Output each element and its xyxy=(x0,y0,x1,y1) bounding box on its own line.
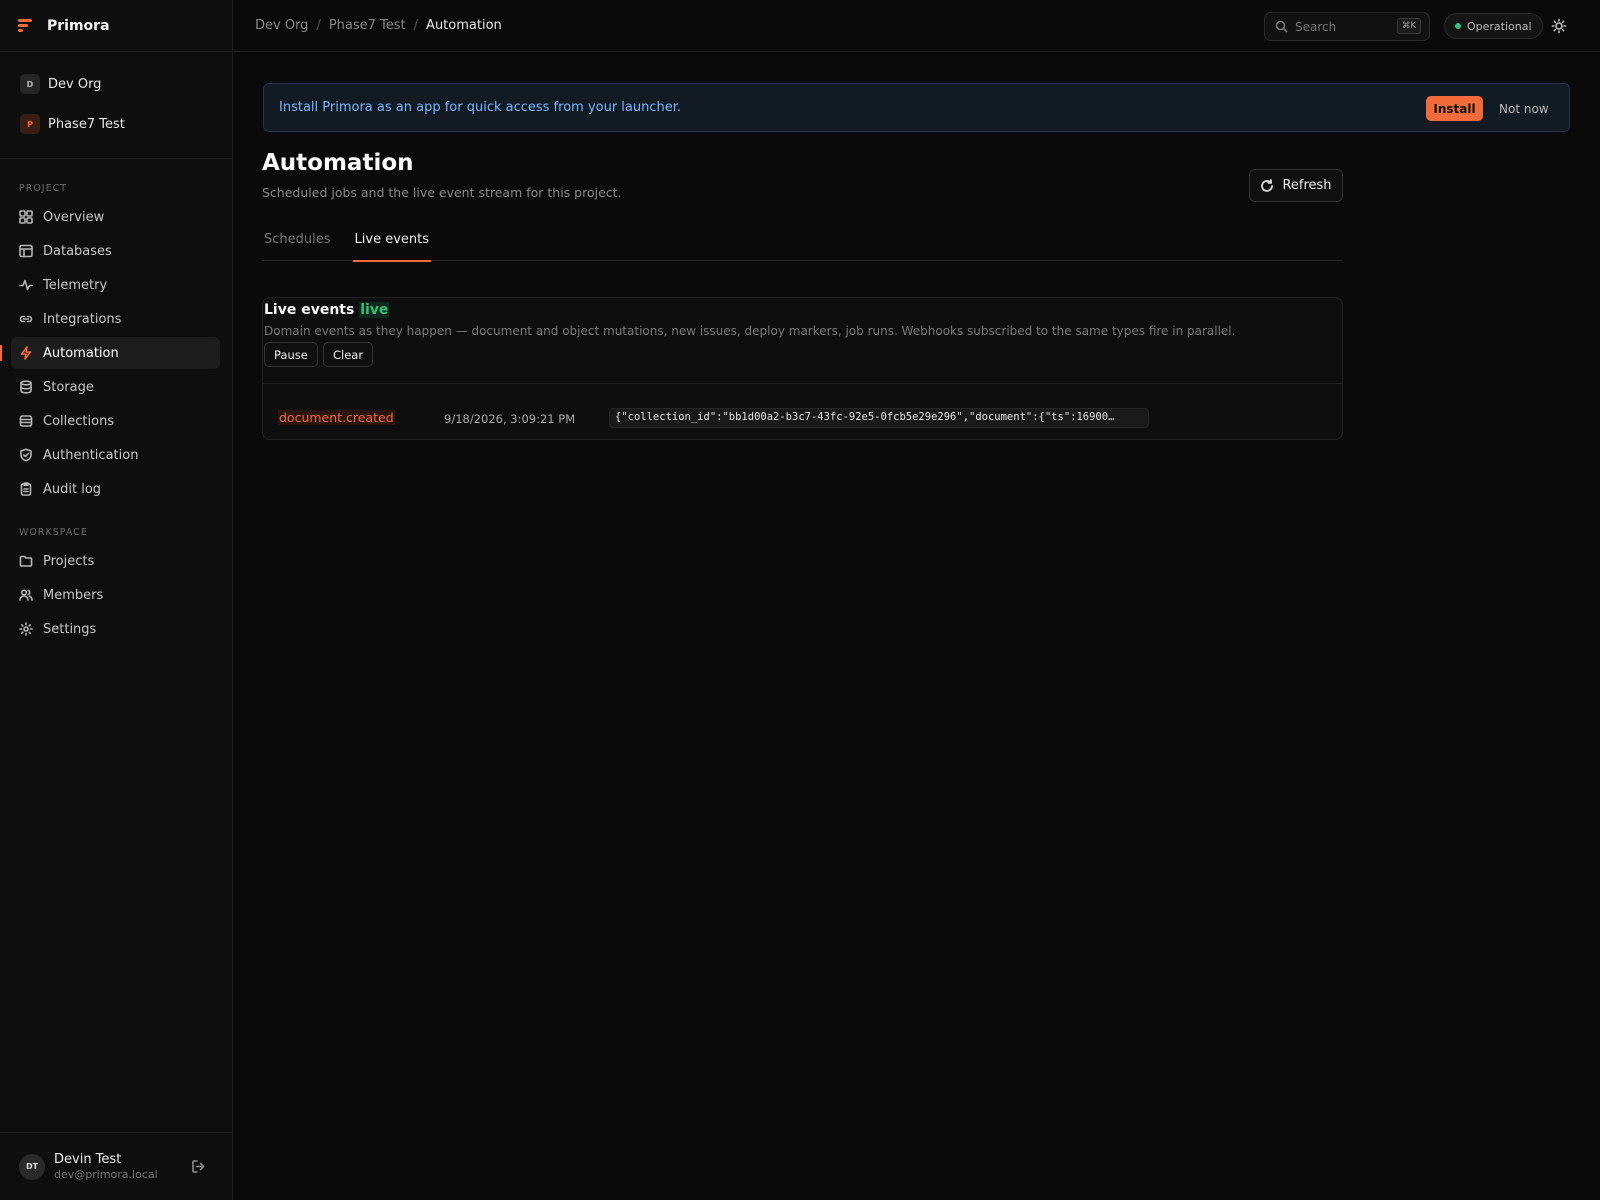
bolt-icon xyxy=(19,346,33,360)
breadcrumb-separator: / xyxy=(413,18,419,33)
user-info: Devin Test dev@primora.local xyxy=(54,1152,158,1181)
install-button[interactable]: Install xyxy=(1426,96,1483,121)
topbar: Dev Org / Phase7 Test / Automation Searc… xyxy=(233,0,1600,52)
live-badge: live xyxy=(359,302,390,318)
refresh-button[interactable]: Refresh xyxy=(1249,169,1343,202)
org-item-dev-org[interactable]: D Dev Org xyxy=(0,64,232,104)
search-input[interactable]: Search ⌘K xyxy=(1264,12,1430,41)
shield-icon xyxy=(19,448,33,462)
table-icon xyxy=(19,244,33,258)
user-email: dev@primora.local xyxy=(54,1168,158,1181)
event-row[interactable]: document.created 9/18/2026, 3:09:21 PM {… xyxy=(263,384,1342,440)
org-item-phase7-test[interactable]: P Phase7 Test xyxy=(0,104,232,144)
sun-icon[interactable] xyxy=(1551,18,1567,34)
install-banner: Install Primora as an app for quick acce… xyxy=(263,83,1570,132)
clear-button[interactable]: Clear xyxy=(323,342,374,367)
refresh-icon xyxy=(1261,178,1274,192)
user-profile[interactable]: DT Devin Test dev@primora.local xyxy=(0,1132,232,1200)
clipboard-icon xyxy=(19,482,33,496)
sidebar-item-label: Storage xyxy=(43,379,94,395)
tab-bar: Schedules Live events xyxy=(262,224,1343,262)
sidebar-item-authentication[interactable]: Authentication xyxy=(11,439,220,471)
sidebar-item-label: Settings xyxy=(43,621,97,637)
tab-schedules[interactable]: Schedules xyxy=(262,224,333,261)
database-icon xyxy=(19,380,33,394)
page-title: Automation xyxy=(262,150,414,176)
sidebar-item-label: Collections xyxy=(43,413,115,429)
project-name: Phase7 Test xyxy=(48,116,125,132)
page-subtitle: Scheduled jobs and the live event stream… xyxy=(262,185,622,200)
status-text: Operational xyxy=(1467,19,1532,33)
refresh-label: Refresh xyxy=(1282,178,1332,193)
sidebar-item-label: Automation xyxy=(43,345,119,361)
breadcrumb-item-org[interactable]: Dev Org xyxy=(255,18,308,33)
sidebar-item-audit-log[interactable]: Audit log xyxy=(11,473,220,505)
event-type: document.created xyxy=(278,410,395,425)
sidebar-item-storage[interactable]: Storage xyxy=(11,371,220,403)
breadcrumb-item-project[interactable]: Phase7 Test xyxy=(329,18,406,33)
sidebar: Primora D Dev Org P Phase7 Test PROJECT … xyxy=(0,0,233,1200)
sidebar-item-label: Overview xyxy=(43,209,105,225)
sidebar-item-label: Databases xyxy=(43,243,112,259)
search-icon xyxy=(1275,20,1288,33)
users-icon xyxy=(19,588,33,602)
sidebar-item-label: Audit log xyxy=(43,481,102,497)
layers-icon xyxy=(19,414,33,428)
banner-text: Install Primora as an app for quick acce… xyxy=(279,100,682,115)
breadcrumb-separator: / xyxy=(316,18,321,33)
brand-name: Primora xyxy=(47,17,110,34)
panel-title-text: Live events xyxy=(264,302,355,318)
sidebar-item-automation[interactable]: Automation xyxy=(0,337,220,369)
breadcrumb-item-current: Automation xyxy=(426,18,502,33)
sidebar-item-label: Projects xyxy=(43,553,95,569)
link-icon xyxy=(19,312,33,326)
gear-icon xyxy=(19,622,33,636)
project-badge: P xyxy=(20,114,40,134)
logout-icon[interactable] xyxy=(191,1159,206,1174)
sidebar-item-overview[interactable]: Overview xyxy=(11,201,220,233)
sidebar-item-members[interactable]: Members xyxy=(11,579,220,611)
panel-title: Live events live xyxy=(264,302,390,318)
tab-live-events[interactable]: Live events xyxy=(352,224,432,262)
user-name: Devin Test xyxy=(54,1152,122,1167)
brand[interactable]: Primora xyxy=(0,0,232,52)
sidebar-item-label: Members xyxy=(43,587,104,603)
event-payload[interactable]: {"collection_id":"bb1d00a2-b3c7-43fc-92e… xyxy=(609,408,1149,428)
status-dot-icon xyxy=(1455,23,1461,29)
sidebar-item-collections[interactable]: Collections xyxy=(11,405,220,437)
org-badge: D xyxy=(20,74,40,94)
pause-button[interactable]: Pause xyxy=(264,342,318,367)
sidebar-item-settings[interactable]: Settings xyxy=(11,613,220,645)
folder-icon xyxy=(19,554,33,568)
org-name: Dev Org xyxy=(48,76,102,92)
section-label-project: PROJECT xyxy=(19,183,68,194)
panel-description: Domain events as they happen — document … xyxy=(264,324,1236,338)
status-badge[interactable]: Operational xyxy=(1444,13,1543,39)
primora-logo-icon xyxy=(18,18,32,33)
grid-icon xyxy=(19,210,33,224)
org-switcher: D Dev Org P Phase7 Test xyxy=(0,52,232,159)
panel-header: Live events live Domain events as they h… xyxy=(263,298,1342,384)
sidebar-item-databases[interactable]: Databases xyxy=(11,235,220,267)
sidebar-item-label: Integrations xyxy=(43,311,122,327)
sidebar-item-telemetry[interactable]: Telemetry xyxy=(11,269,220,301)
section-label-workspace: WORKSPACE xyxy=(19,527,88,538)
pulse-icon xyxy=(19,278,33,292)
sidebar-item-integrations[interactable]: Integrations xyxy=(11,303,220,335)
sidebar-item-projects[interactable]: Projects xyxy=(11,545,220,577)
search-placeholder: Search xyxy=(1295,19,1337,34)
not-now-button[interactable]: Not now xyxy=(1490,96,1558,121)
sidebar-item-label: Authentication xyxy=(43,447,139,463)
search-shortcut: ⌘K xyxy=(1396,18,1421,34)
live-events-panel: Live events live Domain events as they h… xyxy=(262,297,1343,440)
event-timestamp: 9/18/2026, 3:09:21 PM xyxy=(444,412,576,426)
breadcrumb: Dev Org / Phase7 Test / Automation xyxy=(233,18,502,33)
avatar: DT xyxy=(19,1153,45,1180)
sidebar-item-label: Telemetry xyxy=(43,277,108,293)
